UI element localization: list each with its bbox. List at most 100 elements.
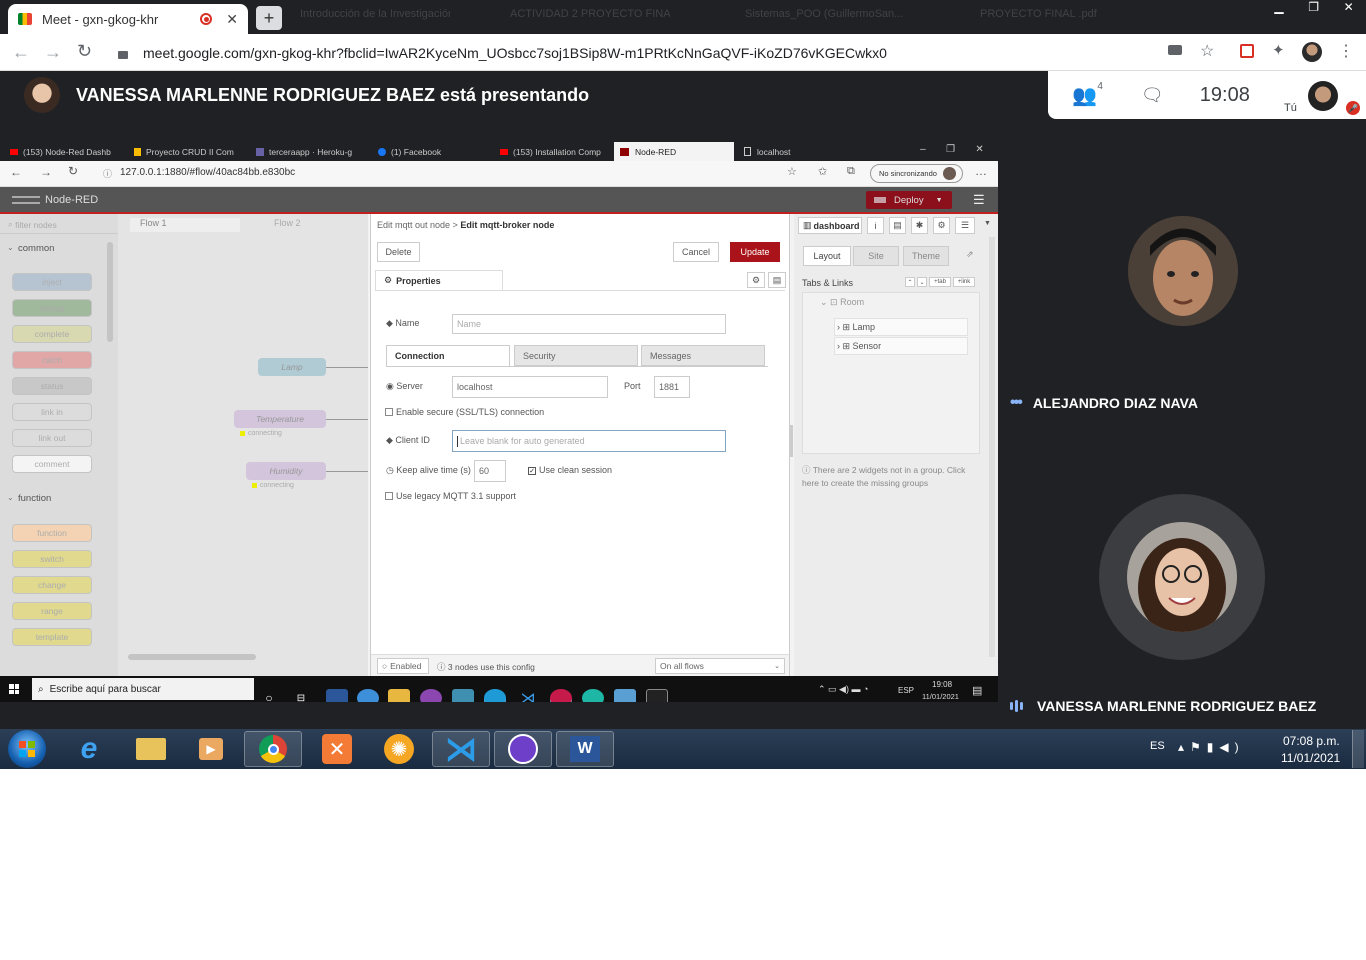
word-icon[interactable]: W <box>556 731 614 767</box>
taskview-icon[interactable]: ⊟ <box>290 689 312 703</box>
messages-tab[interactable]: Messages <box>641 345 765 366</box>
add-tab-button[interactable]: +tab <box>929 277 951 287</box>
filter-nodes[interactable]: ⌕ filter nodes <box>0 216 118 234</box>
nodered-menu-icon[interactable]: ☰ <box>973 192 985 208</box>
edge-tab-localhost[interactable]: localhost <box>738 142 858 161</box>
info-tab-icon[interactable]: i <box>867 217 884 234</box>
minimize-icon[interactable]: ▁ <box>1274 0 1283 18</box>
clean-session-checkbox[interactable]: ✓ <box>528 467 536 475</box>
edge-tab-3[interactable]: terceraapp · Heroku-g <box>250 142 368 161</box>
edge-collections-icon[interactable]: ⧉ <box>847 165 855 178</box>
palette-node[interactable]: status <box>12 377 92 395</box>
flow-tab-2[interactable]: Flow 2 <box>264 218 364 232</box>
settings-gear-icon[interactable]: ⚙ <box>747 272 765 288</box>
vscode-taskbar-icon[interactable]: ⋊ <box>432 731 490 767</box>
profile-avatar[interactable] <box>1302 42 1322 62</box>
win7-start-orb[interactable] <box>8 730 46 768</box>
theme-tab[interactable]: Theme <box>903 246 949 266</box>
flow-node-humidity[interactable]: Humidity <box>246 462 326 480</box>
dashboard-tab[interactable]: ▥ dashboard <box>798 217 862 234</box>
palette-node[interactable]: range <box>12 602 92 620</box>
edge-url[interactable]: 127.0.0.1:1880/#flow/40ac84bb.e830bc <box>120 167 295 178</box>
cancel-button[interactable]: Cancel <box>673 242 719 262</box>
terminal-icon[interactable] <box>646 689 668 702</box>
edge-reload-icon[interactable]: ↻ <box>68 164 78 178</box>
chrome-icon[interactable] <box>244 731 302 767</box>
palette-node[interactable]: template <box>12 628 92 646</box>
edge-tab-5[interactable]: (153) Installation Comp <box>494 142 612 161</box>
add-link-button[interactable]: +link <box>953 277 975 287</box>
extension-icon[interactable] <box>1240 44 1254 58</box>
notification-icon[interactable]: ▤ <box>972 684 982 697</box>
flow-node-temperature[interactable]: Temperature <box>234 410 326 428</box>
tree-item-room[interactable]: ⌄ ⊡ Room <box>820 297 864 308</box>
scope-select[interactable]: On all flows ⌄ <box>655 658 785 674</box>
new-tab-button[interactable]: + <box>256 6 282 30</box>
edge-menu-icon[interactable]: … <box>975 164 987 178</box>
palette-section-function[interactable]: function <box>18 493 51 504</box>
tab-ghost-2[interactable]: ACTIVIDAD 2 PROYECTO FINAL <box>510 8 670 28</box>
security-tab[interactable]: Security <box>514 345 638 366</box>
maximize-icon[interactable]: ❐ <box>1308 0 1319 18</box>
tab-meet[interactable]: Meet - gxn-gkog-khr ✕ <box>8 4 248 34</box>
edge-dev-icon[interactable] <box>582 689 604 702</box>
cortana-icon[interactable]: ○ <box>258 689 280 702</box>
ie-icon[interactable]: e <box>60 731 118 767</box>
tls-checkbox[interactable] <box>385 408 393 416</box>
external-link-icon[interactable]: ⇗ <box>966 249 974 260</box>
edge-tab-4[interactable]: (1) Facebook <box>372 142 490 161</box>
editor-splitter[interactable] <box>790 425 793 457</box>
properties-tab[interactable]: ⚙ Properties <box>375 270 503 290</box>
palette-node[interactable]: inject <box>12 273 92 291</box>
missing-groups-note[interactable]: ⓘ There are 2 widgets not in a group. Cl… <box>802 464 982 490</box>
app-icon-2[interactable] <box>357 689 379 702</box>
app-icon-1[interactable] <box>326 689 348 702</box>
keepalive-input[interactable]: 60 <box>474 460 506 482</box>
tree-item-sensor[interactable]: › ⊞ Sensor <box>834 337 968 355</box>
client-id-input[interactable]: Leave blank for auto generated <box>452 430 726 452</box>
name-input[interactable]: Name <box>452 314 726 334</box>
update-button[interactable]: Update <box>730 242 780 262</box>
edge-icon[interactable] <box>484 689 506 702</box>
palette-node[interactable]: switch <box>12 550 92 568</box>
sync-button[interactable]: No sincronizando <box>870 164 963 183</box>
edge-tab-2[interactable]: Proyecto CRUD II Com <box>128 142 246 161</box>
flow-tab-1[interactable]: Flow 1 <box>130 218 240 232</box>
palette-scrollbar[interactable] <box>107 242 113 342</box>
more-options-icon[interactable]: ••• <box>1010 394 1023 412</box>
tree-item-lamp[interactable]: › ⊞ Lamp <box>834 318 968 336</box>
workspace-hscroll[interactable] <box>128 654 256 660</box>
config-tab-icon[interactable]: ⚙ <box>933 217 950 234</box>
connection-tab[interactable]: Connection <box>386 345 510 366</box>
site-tab[interactable]: Site <box>853 246 899 266</box>
flow-node-lamp[interactable]: Lamp <box>258 358 326 376</box>
url-field[interactable]: meet.google.com/gxn-gkog-khr?fbclid=IwAR… <box>106 40 1156 65</box>
explorer-icon[interactable] <box>388 689 410 702</box>
tab-ghost-3[interactable]: Sistemas_POO (GuillermoSan... <box>745 8 910 28</box>
media-player-icon[interactable]: ▶ <box>182 731 240 767</box>
folder-icon[interactable] <box>122 731 180 767</box>
palette-node[interactable]: change <box>12 576 92 594</box>
show-desktop-button[interactable] <box>1352 730 1364 768</box>
star-icon[interactable]: ☆ <box>1200 41 1214 61</box>
collapse-button[interactable]: ⌃ <box>905 277 915 287</box>
edge-minimize-icon[interactable]: – <box>920 144 926 155</box>
edge-close-icon[interactable]: ✕ <box>975 144 983 155</box>
edge-favorites-icon[interactable]: ✩ <box>818 165 827 178</box>
enabled-toggle[interactable]: ○ Enabled <box>377 658 429 674</box>
tab-ghost-1[interactable]: Introducción de la Investigación <box>300 8 450 28</box>
tab-close-icon[interactable]: ✕ <box>226 11 238 28</box>
raspberry-icon[interactable] <box>550 689 572 702</box>
legacy-checkbox[interactable] <box>385 492 393 500</box>
github-desktop-icon[interactable] <box>494 731 552 767</box>
edge-star-icon[interactable]: ☆ <box>787 165 797 178</box>
palette-node[interactable]: debug <box>12 299 92 317</box>
port-input[interactable]: 1881 <box>654 376 690 398</box>
edge-forward-icon[interactable]: → <box>40 165 52 179</box>
vscode-icon[interactable]: ⋊ <box>517 689 539 702</box>
app-icon-4[interactable] <box>614 689 636 702</box>
puzzle-icon[interactable]: ✦ <box>1272 41 1285 59</box>
menu-icon[interactable]: ⋮ <box>1338 41 1354 61</box>
palette-node[interactable]: complete <box>12 325 92 343</box>
tab-ghost-4[interactable]: PROYECTO FINAL .pdf <box>980 8 1100 28</box>
